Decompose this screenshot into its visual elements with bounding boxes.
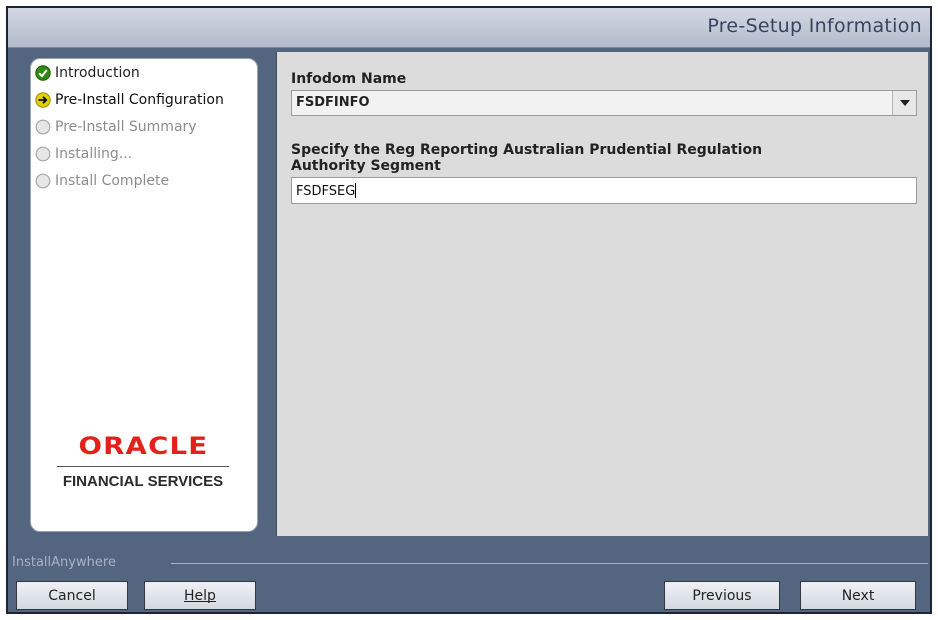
- arrow-right-circle-icon: [35, 92, 51, 108]
- segment-label-line1: Specify the Reg Reporting Australian Pru…: [291, 142, 763, 158]
- cancel-button[interactable]: Cancel: [16, 581, 128, 610]
- empty-circle-icon: [35, 173, 51, 189]
- empty-circle-icon: [35, 146, 51, 162]
- empty-circle-icon: [35, 119, 51, 135]
- previous-button[interactable]: Previous: [664, 581, 780, 610]
- previous-button-label: Previous: [692, 587, 752, 604]
- next-button[interactable]: Next: [800, 581, 916, 610]
- logo-divider: [57, 466, 229, 467]
- segment-input[interactable]: FSDFSEG: [291, 177, 917, 204]
- page-title: Pre-Setup Information: [707, 15, 922, 37]
- header-bar: Pre-Setup Information: [8, 8, 930, 48]
- step-label: Introduction: [55, 65, 140, 81]
- step-pre-install-summary: Pre-Install Summary: [35, 116, 197, 138]
- step-label: Install Complete: [55, 173, 170, 189]
- next-button-label: Next: [841, 587, 875, 604]
- step-pre-install-configuration: Pre-Install Configuration: [35, 89, 224, 111]
- steps-panel: Introduction Pre-Install Configuration P…: [30, 58, 258, 532]
- footer-divider: [171, 563, 928, 564]
- step-label: Installing...: [55, 146, 133, 162]
- text-caret: [355, 183, 357, 198]
- dropdown-arrow-icon[interactable]: [892, 91, 916, 115]
- oracle-subtitle: FINANCIAL SERVICES: [62, 473, 224, 490]
- installer-window: Pre-Setup Information Introduction Pre-I…: [6, 6, 932, 614]
- segment-label-line2: Authority Segment: [291, 158, 441, 174]
- step-introduction: Introduction: [35, 62, 140, 84]
- step-label: Pre-Install Summary: [55, 119, 197, 135]
- help-button[interactable]: Help: [144, 581, 256, 610]
- step-label: Pre-Install Configuration: [55, 92, 224, 108]
- check-circle-icon: [35, 65, 51, 81]
- installanywhere-label: InstallAnywhere: [12, 555, 116, 570]
- content-panel: Infodom Name FSDFINFO Specify the Reg Re…: [276, 52, 928, 536]
- cancel-button-label: Cancel: [48, 587, 96, 604]
- infodom-label: Infodom Name: [291, 71, 407, 87]
- help-button-label: Help: [184, 587, 216, 604]
- step-install-complete: Install Complete: [35, 170, 169, 192]
- infodom-select[interactable]: FSDFINFO: [291, 90, 917, 116]
- oracle-brand: ORACLE: [78, 432, 208, 460]
- oracle-logo: ORACLE FINANCIAL SERVICES: [53, 432, 233, 490]
- infodom-selected-value: FSDFINFO: [296, 95, 370, 110]
- segment-input-value: FSDFSEG: [296, 184, 356, 199]
- step-installing: Installing...: [35, 143, 132, 165]
